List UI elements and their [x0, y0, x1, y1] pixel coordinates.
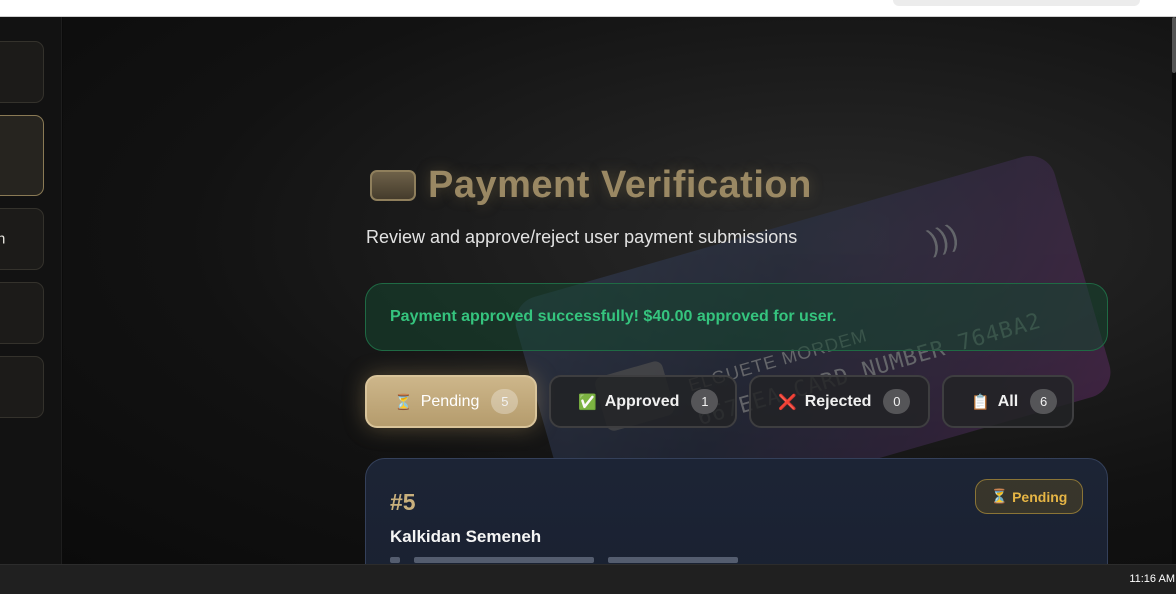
sidebar-item-4[interactable] [0, 282, 44, 344]
card-icon [370, 169, 416, 201]
cross-icon: ❌ [778, 393, 797, 411]
tab-count-badge: 5 [491, 389, 519, 414]
meta-icon [390, 557, 400, 563]
status-badge-label: Pending [1012, 488, 1068, 505]
tab-count-badge: 0 [883, 389, 911, 414]
hourglass-icon: ⏳ [990, 488, 1009, 504]
success-alert-message: Payment approved successfully! $40.00 ap… [390, 308, 837, 325]
sidebar-item-5[interactable] [0, 356, 44, 418]
tab-rejected[interactable]: ❌ Rejected 0 [749, 375, 930, 428]
tab-all[interactable]: 📋 All 6 [942, 375, 1074, 428]
payment-user-name: Kalkidan Semeneh [390, 527, 542, 546]
browser-top-bar [0, 0, 1176, 17]
tab-count-badge: 1 [691, 389, 719, 414]
sidebar-item-1[interactable] [0, 41, 44, 103]
scrollbar[interactable] [1172, 17, 1176, 73]
tab-label: Pending [420, 392, 480, 410]
payment-meta-row [390, 557, 770, 563]
meta-phone [608, 557, 738, 563]
page-subtitle: Review and approve/reject user payment s… [366, 227, 798, 247]
meta-email [414, 557, 594, 563]
taskbar: 11:16 AM [0, 564, 1176, 594]
tab-pending[interactable]: ⏳ Pending 5 [365, 375, 537, 428]
tab-label: All [997, 392, 1019, 410]
sidebar: n [0, 17, 62, 564]
page-title: Payment Verification [428, 163, 812, 206]
tab-approved[interactable]: ✅ Approved 1 [549, 375, 737, 428]
check-icon: ✅ [578, 393, 597, 411]
tab-label: Rejected [804, 392, 872, 410]
tab-count-badge: 6 [1030, 389, 1058, 414]
sidebar-item-2[interactable] [0, 115, 44, 196]
payment-id: #5 [390, 489, 416, 515]
status-badge: ⏳ Pending [975, 479, 1083, 514]
tab-label: Approved [604, 392, 680, 410]
page-title-row: Payment Verification [370, 162, 812, 208]
sidebar-item-3[interactable]: n [0, 208, 44, 270]
taskbar-clock: 11:16 AM [1129, 573, 1175, 585]
top-search-field[interactable] [893, 0, 1140, 6]
hourglass-icon: ⏳ [394, 393, 413, 411]
success-alert: Payment approved successfully! $40.00 ap… [365, 283, 1108, 351]
contactless-icon: ))) [924, 218, 963, 259]
sidebar-item-label: n [0, 231, 5, 248]
clipboard-icon: 📋 [971, 393, 990, 411]
